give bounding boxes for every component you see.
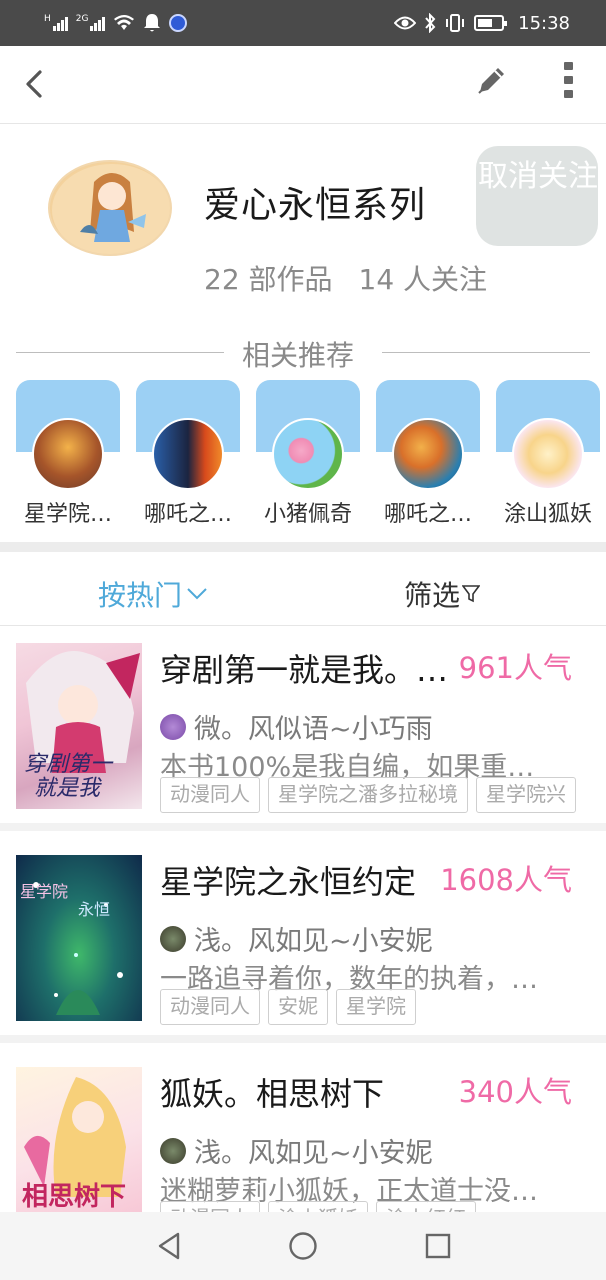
- author-avatar: [160, 1137, 186, 1164]
- avatar-illustration: [52, 164, 170, 254]
- book-popularity: 961人气: [458, 651, 572, 685]
- related-item[interactable]: 哪吒之…: [136, 380, 240, 530]
- eye-icon: [394, 16, 417, 30]
- book-title: 星学院之永恒约定: [160, 863, 417, 901]
- more-options-icon[interactable]: [556, 60, 580, 100]
- chevron-down-icon: [187, 588, 207, 600]
- author-name: 浅。风如见~小安妮: [194, 1138, 433, 1169]
- book-author[interactable]: 浅。风如见~小安妮: [160, 919, 433, 958]
- svg-text:相思树下: 相思树下: [22, 1182, 126, 1212]
- divider-left: [16, 352, 224, 353]
- book-cover: 相思树下: [16, 1067, 142, 1233]
- vibrate-icon: [446, 14, 465, 32]
- author-avatar: [160, 713, 186, 740]
- filter-button[interactable]: 筛选: [404, 574, 481, 614]
- book-cover: 星学院 永恒: [16, 855, 142, 1021]
- related-item[interactable]: 小猪佩奇: [256, 380, 360, 530]
- status-left: H 2G: [44, 10, 188, 36]
- signal-2g-icon: 2G: [76, 15, 106, 31]
- app-bar: [0, 46, 606, 124]
- related-label: 星学院…: [23, 502, 112, 527]
- followers-count: 14 人关注: [358, 263, 488, 296]
- collection-avatar: [48, 160, 172, 256]
- notification-bell-icon: [144, 14, 161, 32]
- svg-text:穿剧第一: 穿剧第一: [24, 752, 114, 777]
- book-tag[interactable]: 星学院之潘多拉秘境: [268, 777, 468, 813]
- book-tags: 动漫同人 安妮 星学院: [160, 989, 606, 1025]
- app-badge-icon: [169, 14, 188, 32]
- related-avatar: [392, 418, 464, 490]
- network-2g-label: 2G: [75, 14, 89, 24]
- related-label: 小猪佩奇: [263, 502, 352, 527]
- related-item[interactable]: 涂山狐妖: [496, 380, 600, 530]
- section-divider: [0, 542, 606, 552]
- svg-text:永恒: 永恒: [78, 900, 110, 919]
- related-heading-text: 相关推荐: [242, 339, 355, 372]
- unfollow-button[interactable]: 取消关注: [476, 146, 598, 246]
- book-title: 狐妖。相思树下: [160, 1075, 385, 1113]
- related-avatar: [512, 418, 584, 490]
- book-cover: 穿剧第一 就是我: [16, 643, 142, 809]
- works-count: 22 部作品: [204, 263, 333, 296]
- collection-title: 爱心永恒系列: [204, 185, 427, 226]
- sort-bar: 按热门 筛选: [0, 552, 606, 626]
- book-item[interactable]: 穿剧第一 就是我 穿剧第一就是我。… 961人气 微。风似语~小巧雨 本书100…: [0, 627, 606, 831]
- wifi-icon: [114, 15, 135, 30]
- collection-stats: 22 部作品 14 人关注: [204, 258, 487, 298]
- svg-text:星学院: 星学院: [20, 882, 68, 901]
- divider-right: [382, 352, 590, 353]
- related-label: 哪吒之…: [143, 502, 232, 527]
- author-name: 浅。风如见~小安妮: [194, 926, 433, 957]
- related-avatar: [32, 418, 104, 490]
- related-list: 星学院… 哪吒之… 小猪佩奇 哪吒之… 涂山狐妖: [16, 380, 606, 530]
- status-bar: H 2G 15:38: [0, 0, 606, 46]
- book-author[interactable]: 浅。风如见~小安妮: [160, 1131, 433, 1170]
- filter-label: 筛选: [404, 579, 461, 612]
- bluetooth-icon: [425, 13, 436, 33]
- book-author[interactable]: 微。风似语~小巧雨: [160, 707, 433, 746]
- related-avatar: [152, 418, 224, 490]
- svg-text:就是我: 就是我: [34, 776, 102, 801]
- filter-funnel-icon: [462, 585, 481, 603]
- edit-pencil-icon[interactable]: [474, 62, 510, 98]
- book-tags: 动漫同人 星学院之潘多拉秘境 星学院兴: [160, 777, 606, 813]
- back-arrow-icon[interactable]: [20, 68, 52, 100]
- author-avatar: [160, 925, 186, 952]
- related-item[interactable]: 哪吒之…: [376, 380, 480, 530]
- book-tag[interactable]: 动漫同人: [160, 777, 260, 813]
- cover-illustration: 穿剧第一 就是我: [24, 651, 140, 801]
- book-tag[interactable]: 星学院兴: [476, 777, 576, 813]
- system-nav-bar: [0, 1212, 606, 1280]
- cover-illustration: 相思树下: [22, 1077, 126, 1212]
- nav-recents-icon[interactable]: [422, 1230, 454, 1262]
- network-type-label: H: [44, 14, 51, 24]
- battery-icon: [474, 15, 508, 31]
- nav-back-icon[interactable]: [154, 1230, 186, 1262]
- signal-icon: H: [44, 15, 68, 31]
- nav-home-icon[interactable]: [287, 1230, 319, 1262]
- book-popularity: 340人气: [458, 1075, 572, 1109]
- book-popularity: 1608人气: [440, 863, 572, 897]
- sort-hot-dropdown[interactable]: 按热门: [98, 574, 208, 614]
- book-title: 穿剧第一就是我。…: [160, 651, 449, 689]
- related-avatar: [272, 418, 344, 490]
- book-tag[interactable]: 安妮: [268, 989, 328, 1025]
- related-label: 涂山狐妖: [503, 502, 592, 527]
- cover-illustration: 星学院 永恒: [20, 882, 123, 1015]
- status-right: 15:38: [394, 10, 570, 36]
- book-item[interactable]: 星学院 永恒 星学院之永恒约定 1608人气 浅。风如见~小安妮 一路追寻着你，…: [0, 839, 606, 1043]
- author-name: 微。风似语~小巧雨: [194, 714, 433, 745]
- related-label: 哪吒之…: [383, 502, 472, 527]
- status-time: 15:38: [518, 12, 570, 34]
- book-tag[interactable]: 星学院: [336, 989, 416, 1025]
- sort-hot-label: 按热门: [98, 579, 183, 612]
- related-item[interactable]: 星学院…: [16, 380, 120, 530]
- related-heading: 相关推荐: [16, 334, 590, 372]
- book-tag[interactable]: 动漫同人: [160, 989, 260, 1025]
